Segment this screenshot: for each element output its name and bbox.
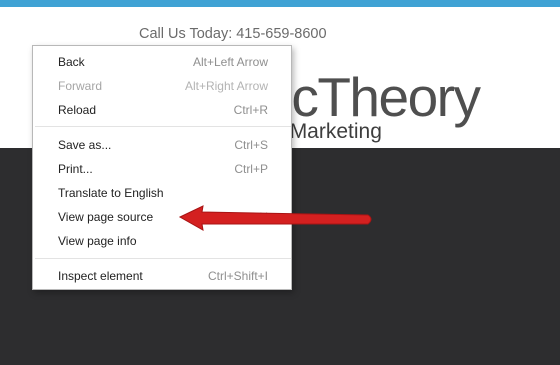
menu-item-save-as[interactable]: Save as... Ctrl+S bbox=[34, 134, 291, 156]
menu-item-label: Print... bbox=[58, 162, 93, 176]
context-menu: Back Alt+Left Arrow Forward Alt+Right Ar… bbox=[32, 45, 292, 290]
menu-item-label: Inspect element bbox=[58, 269, 143, 283]
menu-item-label: Reload bbox=[58, 103, 97, 117]
menu-item-label: Translate to English bbox=[58, 186, 164, 200]
menu-item-shortcut: Ctrl+U bbox=[233, 210, 268, 224]
top-accent-bar bbox=[0, 0, 560, 7]
menu-item-print[interactable]: Print... Ctrl+P bbox=[34, 158, 291, 180]
menu-item-reload[interactable]: Reload Ctrl+R bbox=[34, 99, 291, 121]
menu-item-shortcut: Ctrl+R bbox=[233, 103, 268, 117]
menu-item-translate[interactable]: Translate to English bbox=[34, 182, 291, 204]
menu-item-label: View page info bbox=[58, 234, 137, 248]
menu-separator bbox=[35, 126, 291, 127]
menu-item-shortcut: Ctrl+Shift+I bbox=[207, 269, 268, 283]
call-us-text: Call Us Today: 415-659-8600 bbox=[139, 26, 327, 42]
menu-item-shortcut: Ctrl+P bbox=[234, 162, 268, 176]
menu-item-shortcut: Ctrl+S bbox=[234, 138, 268, 152]
menu-item-shortcut: Alt+Right Arrow bbox=[184, 79, 268, 93]
menu-item-forward: Forward Alt+Right Arrow bbox=[34, 75, 291, 97]
menu-item-label: Save as... bbox=[58, 138, 112, 152]
menu-item-label: View page source bbox=[58, 210, 154, 224]
menu-item-label: Forward bbox=[58, 79, 103, 93]
menu-item-shortcut: Alt+Left Arrow bbox=[192, 55, 268, 69]
menu-item-view-page-info[interactable]: View page info bbox=[34, 230, 291, 252]
menu-separator bbox=[35, 258, 291, 259]
menu-item-label: Back bbox=[58, 55, 85, 69]
menu-item-inspect-element[interactable]: Inspect element Ctrl+Shift+I bbox=[34, 265, 291, 287]
menu-item-back[interactable]: Back Alt+Left Arrow bbox=[34, 51, 291, 73]
menu-item-view-page-source[interactable]: View page source Ctrl+U bbox=[34, 206, 291, 228]
